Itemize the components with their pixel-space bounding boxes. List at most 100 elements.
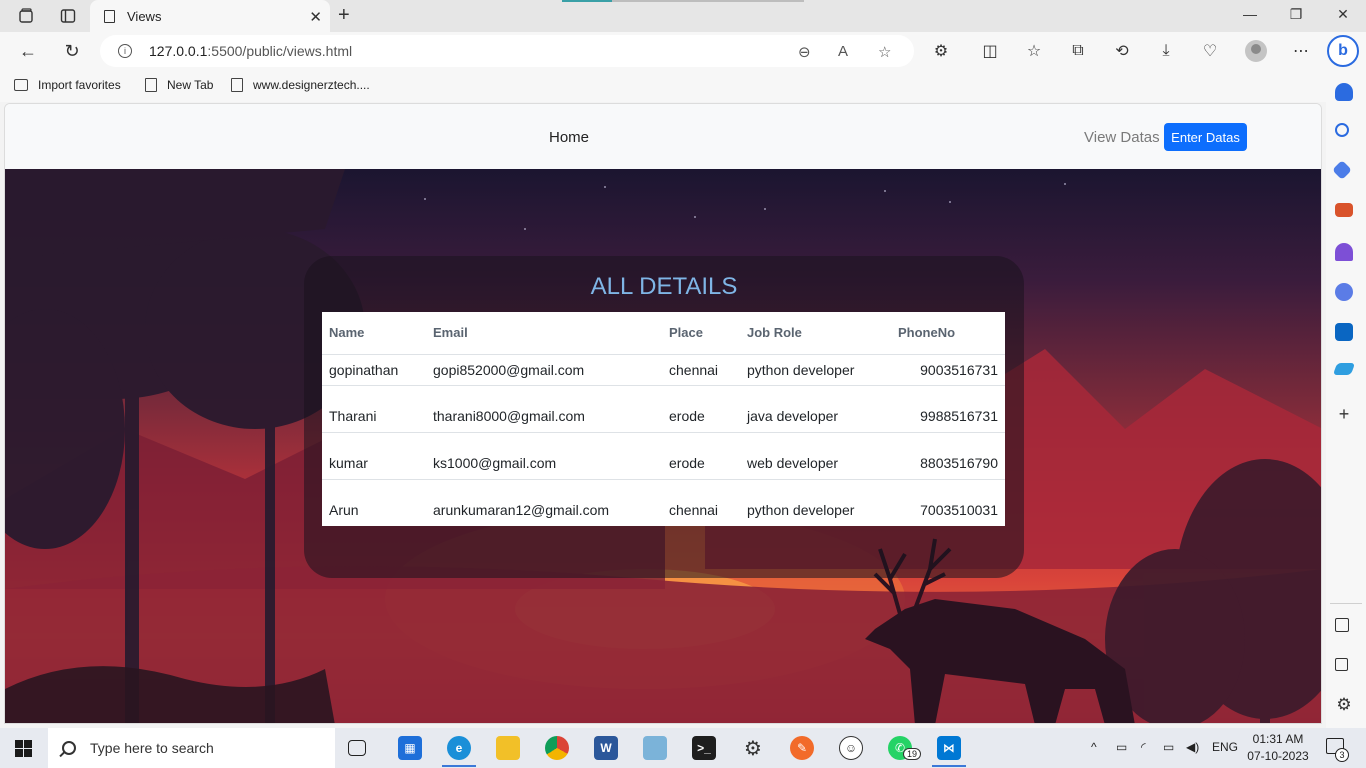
url-text[interactable]: 127.0.0.1:5500/public/views.html xyxy=(149,43,352,59)
card-title: ALL DETAILS xyxy=(590,273,738,300)
close-tab-icon[interactable]: ✕ xyxy=(309,8,322,26)
page-icon xyxy=(104,9,115,23)
store-icon[interactable]: ▦ xyxy=(398,736,422,760)
table-row: gopinathan gopi852000@gmail.com chennai … xyxy=(322,354,1005,386)
start-button[interactable] xyxy=(15,740,32,757)
terminal-icon[interactable]: >_ xyxy=(692,736,716,760)
cell-email: ks1000@gmail.com xyxy=(426,432,662,480)
downloads-icon[interactable]: ⤓ xyxy=(1155,40,1177,62)
tab-actions-icon[interactable] xyxy=(58,6,78,26)
col-jobrole-header: Job Role xyxy=(740,312,891,355)
settings-icon[interactable]: ⚙ xyxy=(1335,696,1353,714)
tab-title: Views xyxy=(127,8,162,24)
tab-views[interactable]: Views ✕ xyxy=(90,0,330,32)
favorite-star-icon[interactable]: ☆ xyxy=(878,43,891,61)
games-icon[interactable] xyxy=(1335,243,1353,261)
cell-phone: 9003516731 xyxy=(891,354,1005,386)
split-screen-icon[interactable]: ◫ xyxy=(979,40,1001,62)
favorite-label: www.designerztech.... xyxy=(253,78,370,92)
extensions-icon[interactable]: ⚙ xyxy=(930,40,952,62)
language-indicator[interactable]: ENG xyxy=(1212,740,1238,754)
site-navbar: Home View Datas Enter Datas xyxy=(5,104,1321,169)
details-card: ALL DETAILS Name Email Place Job Role Ph… xyxy=(304,256,1024,578)
more-menu-icon[interactable]: ⋯ xyxy=(1290,40,1312,62)
page-icon xyxy=(231,78,243,92)
close-window-icon[interactable]: ✕ xyxy=(1333,6,1353,23)
table-header-row: Name Email Place Job Role PhoneNo xyxy=(322,312,1005,355)
notifications-icon[interactable] xyxy=(1335,83,1353,101)
workspaces-icon[interactable] xyxy=(16,6,36,26)
table-row: Tharani tharani8000@gmail.com erode java… xyxy=(322,385,1005,433)
profile-avatar[interactable] xyxy=(1245,40,1267,62)
file-explorer-icon[interactable] xyxy=(496,736,520,760)
meet-now-icon[interactable]: ▭ xyxy=(1116,740,1127,754)
whatsapp-badge: 19 xyxy=(903,748,922,760)
col-email-header: Email xyxy=(426,312,662,355)
favorite-label: New Tab xyxy=(167,78,214,92)
add-icon[interactable]: + xyxy=(1335,405,1353,423)
url-path: :5500/public/views.html xyxy=(207,43,353,59)
favorite-designerztech[interactable]: www.designerztech.... xyxy=(231,78,370,92)
drawing-app-icon[interactable]: ✎ xyxy=(790,736,814,760)
chrome-icon[interactable] xyxy=(545,736,569,760)
nav-view-datas-link[interactable]: View Datas xyxy=(1084,129,1160,146)
cell-job: python developer xyxy=(740,354,891,386)
enter-datas-button[interactable]: Enter Datas xyxy=(1164,123,1247,151)
search-icon[interactable] xyxy=(1335,123,1349,137)
history-icon[interactable]: ⟲ xyxy=(1111,40,1133,62)
collections-icon[interactable]: ⧉ xyxy=(1067,40,1089,62)
pet-app-icon[interactable]: ☺ xyxy=(839,736,863,760)
refresh-icon[interactable]: ↻ xyxy=(61,40,83,62)
cell-place: chennai xyxy=(662,354,740,386)
restore-icon[interactable]: ❐ xyxy=(1286,6,1306,23)
edge-sidebar: + ⚙ xyxy=(1326,70,1366,728)
show-hidden-icons-icon[interactable]: ^ xyxy=(1091,740,1097,754)
open-external-icon[interactable] xyxy=(1335,658,1348,671)
address-bar[interactable]: i 127.0.0.1:5500/public/views.html ⊖ A ☆ xyxy=(100,35,914,67)
volume-icon[interactable]: ◀) xyxy=(1186,740,1199,754)
loading-track xyxy=(612,0,804,2)
cell-job: python developer xyxy=(747,501,855,518)
clock-date: 07-10-2023 xyxy=(1247,749,1309,763)
details-table: Name Email Place Job Role PhoneNo gopina… xyxy=(322,312,1005,526)
word-icon[interactable]: W xyxy=(594,736,618,760)
new-tab-icon[interactable]: + xyxy=(338,4,350,27)
col-place-header: Place xyxy=(662,312,740,355)
performance-icon[interactable]: ♡ xyxy=(1199,40,1221,62)
tools-icon[interactable] xyxy=(1335,203,1353,217)
active-app-indicator xyxy=(932,765,966,767)
wifi-icon[interactable]: ◜ xyxy=(1141,740,1146,754)
cell-name: kumar xyxy=(322,432,426,480)
nav-home-link[interactable]: Home xyxy=(549,129,589,146)
favorite-import[interactable]: Import favorites xyxy=(14,78,121,92)
battery-icon[interactable]: ▭ xyxy=(1163,740,1174,754)
settings-app-icon[interactable]: ⚙ xyxy=(741,736,765,760)
hide-sidebar-icon[interactable] xyxy=(1335,618,1349,632)
outlook-icon[interactable] xyxy=(1335,323,1353,341)
active-app-indicator xyxy=(442,765,476,767)
cell-job: java developer xyxy=(740,385,891,433)
shopping-icon[interactable] xyxy=(1332,160,1352,180)
back-icon[interactable]: ← xyxy=(17,40,39,62)
site-info-icon[interactable]: i xyxy=(118,44,132,58)
favorite-new-tab[interactable]: New Tab xyxy=(145,78,213,92)
minimize-icon[interactable]: — xyxy=(1240,6,1260,22)
read-aloud-icon[interactable]: A xyxy=(838,43,848,60)
notes-app-icon[interactable] xyxy=(643,736,667,760)
cell-name: Tharani xyxy=(322,385,426,433)
cell-phone: 7003510031 xyxy=(920,501,998,518)
vscode-icon[interactable]: ⋈ xyxy=(937,736,961,760)
notification-count: 3 xyxy=(1335,748,1349,762)
edge-icon[interactable]: e xyxy=(447,736,471,760)
bing-copilot-icon[interactable]: b xyxy=(1327,35,1359,67)
task-view-icon[interactable] xyxy=(348,740,366,756)
zoom-out-icon[interactable]: ⊖ xyxy=(798,43,811,61)
taskbar-clock[interactable]: 01:31 AM 07-10-2023 xyxy=(1246,731,1310,765)
microsoft-365-icon[interactable] xyxy=(1335,283,1353,301)
search-placeholder: Type here to search xyxy=(90,740,214,756)
col-phone-header: PhoneNo xyxy=(891,312,1005,355)
taskbar-search[interactable]: Type here to search xyxy=(48,728,335,768)
drop-icon[interactable] xyxy=(1332,363,1356,375)
sidebar-divider xyxy=(1330,603,1362,604)
favorites-icon[interactable]: ☆ xyxy=(1023,40,1045,62)
